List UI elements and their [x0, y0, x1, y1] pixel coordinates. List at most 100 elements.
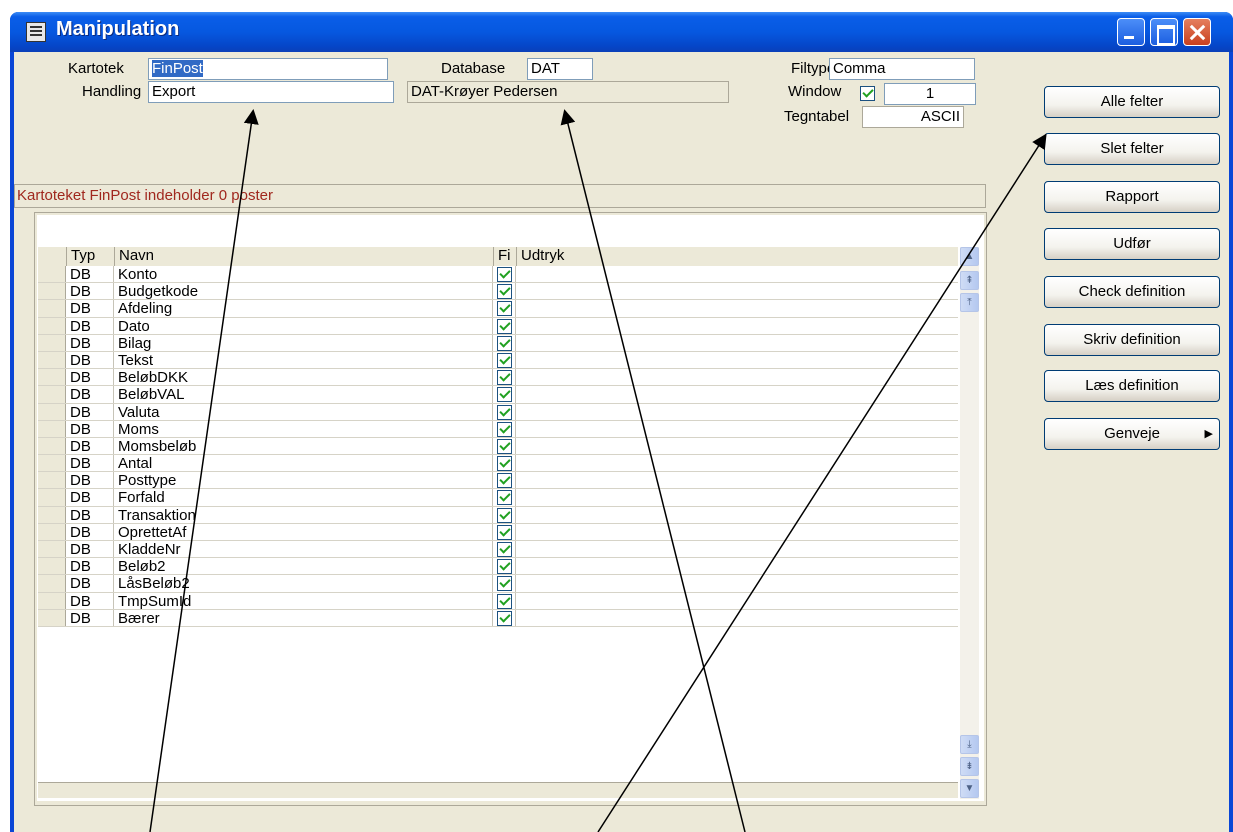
cell-navn[interactable]: LåsBeløb2 — [114, 575, 493, 592]
cell-typ[interactable]: DB — [66, 334, 114, 352]
cell-typ[interactable]: DB — [66, 266, 114, 283]
cell-navn[interactable]: BeløbVAL — [114, 386, 493, 403]
row-selector[interactable] — [38, 541, 66, 558]
row-selector[interactable] — [38, 472, 66, 489]
column-header-typ[interactable]: Typ — [66, 247, 114, 266]
row-selector[interactable] — [38, 386, 66, 403]
scroll-top-icon[interactable]: ⤒ — [960, 293, 979, 312]
row-selector[interactable] — [38, 334, 66, 351]
cell-typ[interactable]: DB — [66, 472, 114, 489]
table-row[interactable]: DB BeløbDKK — [38, 369, 958, 387]
cell-typ[interactable]: DB — [66, 455, 114, 472]
row-selector[interactable] — [38, 523, 66, 540]
row-selector[interactable] — [38, 592, 66, 609]
cell-navn[interactable]: Tekst — [114, 351, 493, 369]
cell-udtryk[interactable] — [516, 404, 958, 420]
cell-typ[interactable]: DB — [66, 489, 114, 506]
fi-checkbox[interactable] — [497, 370, 512, 386]
cell-fi[interactable] — [493, 386, 516, 403]
table-row[interactable]: DB Moms — [38, 420, 958, 438]
rapport-button[interactable]: Rapport — [1044, 181, 1220, 213]
fi-checkbox[interactable] — [497, 490, 512, 506]
cell-udtryk[interactable] — [516, 524, 958, 540]
cell-navn[interactable]: TmpSumId — [114, 592, 493, 609]
scroll-bottom-icon[interactable]: ⤓ — [960, 735, 979, 754]
cell-fi[interactable] — [493, 403, 516, 420]
database-input[interactable]: DAT — [527, 58, 593, 80]
cell-fi[interactable] — [493, 266, 516, 283]
table-row[interactable]: DB LåsBeløb2 — [38, 575, 958, 593]
fi-checkbox[interactable] — [497, 387, 512, 403]
cell-udtryk[interactable] — [516, 610, 958, 626]
cell-navn[interactable]: BeløbDKK — [114, 369, 493, 386]
cell-typ[interactable]: DB — [66, 351, 114, 369]
cell-udtryk[interactable] — [516, 472, 958, 488]
scroll-page-up-icon[interactable]: ⇞ — [960, 271, 979, 290]
cell-typ[interactable]: DB — [66, 369, 114, 386]
table-row[interactable]: DB Konto — [38, 266, 958, 284]
cell-typ[interactable]: DB — [66, 575, 114, 592]
row-selector[interactable] — [38, 266, 66, 283]
cell-navn[interactable]: Dato — [114, 317, 493, 334]
udfor-button[interactable]: Udfør — [1044, 228, 1220, 260]
row-selector[interactable] — [38, 575, 66, 592]
cell-udtryk[interactable] — [516, 541, 958, 557]
tegntabel-field[interactable]: ASCII — [862, 106, 964, 128]
cell-typ[interactable]: DB — [66, 386, 114, 403]
cell-navn[interactable]: Budgetkode — [114, 283, 493, 300]
row-selector[interactable] — [38, 489, 66, 506]
cell-udtryk[interactable] — [516, 489, 958, 505]
cell-fi[interactable] — [493, 592, 516, 609]
fi-checkbox[interactable] — [497, 559, 512, 575]
fi-checkbox[interactable] — [497, 438, 512, 454]
cell-udtryk[interactable] — [516, 318, 958, 334]
scroll-page-down-icon[interactable]: ⇟ — [960, 757, 979, 776]
cell-navn[interactable]: Bilag — [114, 334, 493, 351]
cell-udtryk[interactable] — [516, 283, 958, 299]
row-selector[interactable] — [38, 283, 66, 300]
minimize-button[interactable] — [1117, 18, 1145, 46]
fi-checkbox[interactable] — [497, 593, 512, 609]
skriv-definition-button[interactable]: Skriv definition — [1044, 324, 1220, 356]
row-selector[interactable] — [38, 437, 66, 455]
table-row[interactable]: DB Bilag — [38, 334, 958, 352]
cell-navn[interactable]: Valuta — [114, 403, 493, 420]
cell-udtryk[interactable] — [516, 438, 958, 454]
fi-checkbox[interactable] — [497, 335, 512, 351]
cell-navn[interactable]: Momsbeløb — [114, 437, 493, 455]
fi-checkbox[interactable] — [497, 352, 512, 368]
cell-udtryk[interactable] — [516, 266, 958, 282]
scroll-down-icon[interactable]: ▼ — [960, 779, 979, 798]
cell-navn[interactable]: Posttype — [114, 472, 493, 489]
fi-checkbox[interactable] — [497, 524, 512, 540]
column-header-udtryk[interactable]: Udtryk — [516, 247, 958, 266]
genveje-button[interactable]: Genveje ▶ — [1044, 418, 1220, 450]
cell-typ[interactable]: DB — [66, 317, 114, 335]
row-selector[interactable] — [38, 420, 66, 437]
cell-udtryk[interactable] — [516, 369, 958, 385]
row-selector[interactable] — [38, 369, 66, 386]
laes-definition-button[interactable]: Læs definition — [1044, 370, 1220, 402]
cell-fi[interactable] — [493, 351, 516, 369]
table-row[interactable]: DB KladdeNr — [38, 541, 958, 559]
cell-fi[interactable] — [493, 575, 516, 592]
cell-navn[interactable]: KladdeNr — [114, 541, 493, 558]
fi-checkbox[interactable] — [497, 507, 512, 523]
cell-navn[interactable]: Moms — [114, 420, 493, 437]
cell-fi[interactable] — [493, 609, 516, 626]
table-row[interactable]: DB Antal — [38, 455, 958, 473]
cell-navn[interactable]: Antal — [114, 455, 493, 472]
kartotek-input[interactable]: FinPost — [148, 58, 388, 80]
cell-typ[interactable]: DB — [66, 437, 114, 455]
table-row[interactable]: DB Momsbeløb — [38, 437, 958, 456]
cell-udtryk[interactable] — [516, 455, 958, 471]
close-button[interactable] — [1183, 18, 1211, 46]
fi-checkbox[interactable] — [497, 473, 512, 489]
cell-navn[interactable]: Beløb2 — [114, 558, 493, 575]
window-app-icon[interactable] — [26, 22, 46, 42]
cell-fi[interactable] — [493, 283, 516, 300]
row-selector[interactable] — [38, 455, 66, 472]
fi-checkbox[interactable] — [497, 284, 512, 300]
cell-fi[interactable] — [493, 489, 516, 506]
cell-typ[interactable]: DB — [66, 420, 114, 438]
